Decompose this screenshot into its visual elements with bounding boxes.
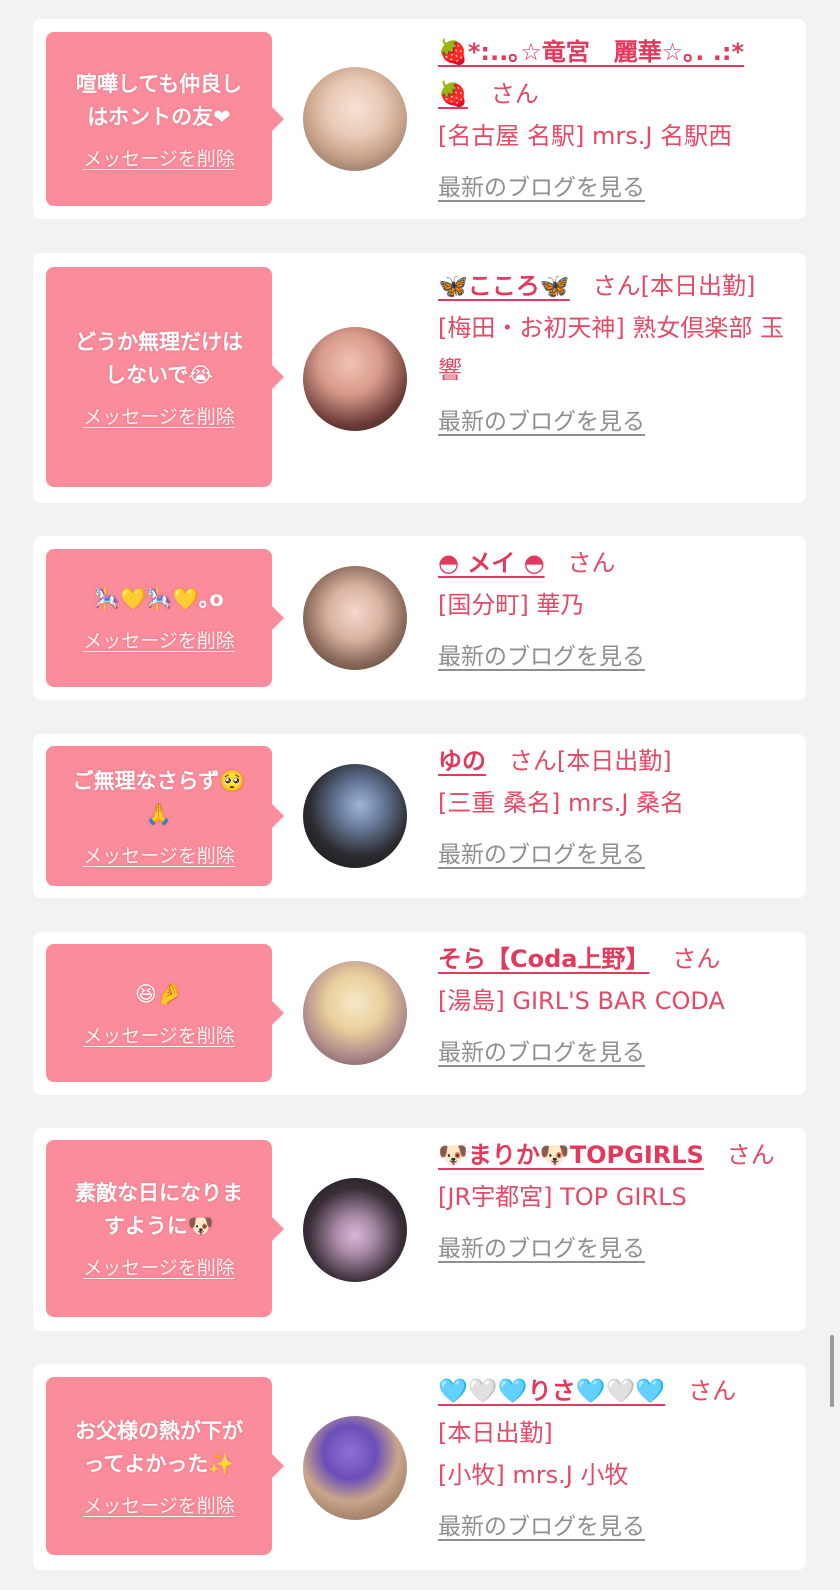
message-text: どうか無理だけは しないで😭 <box>75 329 243 387</box>
blog-link[interactable]: 最新のブログを見る <box>438 401 645 443</box>
girl-name-link[interactable]: 🦋こころ🦋 <box>438 272 570 300</box>
avatar[interactable] <box>303 1416 407 1520</box>
message-card: 😆🤌 メッセージを削除 そら【Coda上野】 さん [湯島] GIRL'S BA… <box>33 932 806 1095</box>
message-text: 喧嘩しても仲良し はホントの友❤ <box>75 71 243 129</box>
honorific: さん <box>726 1141 775 1169</box>
message-bubble: 喧嘩しても仲良し はホントの友❤ メッセージを削除 <box>46 32 284 206</box>
message-text: お父様の熱が下が ってよかった✨ <box>75 1418 243 1476</box>
message-bubble: ご無理なさらず🥺 🙏 メッセージを削除 <box>46 746 284 886</box>
honorific: さん <box>672 945 721 973</box>
blog-link[interactable]: 最新のブログを見る <box>438 1228 645 1270</box>
delete-message-link[interactable]: メッセージを削除 <box>83 1021 235 1048</box>
profile-info: 🦋こころ🦋 さん[本日出勤] [梅田・お初天神] 熟女倶楽部 玉響 最新のブログ… <box>438 265 793 443</box>
delete-message-link[interactable]: メッセージを削除 <box>83 841 235 868</box>
status-text: [本日出勤] <box>556 747 672 775</box>
profile-info: 🩵🤍🩵りさ🩵🤍🩵 さん [本日出勤] [小牧] mrs.J 小牧 最新のブログを… <box>438 1370 793 1548</box>
message-bubble: お父様の熱が下が ってよかった✨ メッセージを削除 <box>46 1377 284 1555</box>
profile-info: 🐶まりか🐶TOPGIRLS さん [JR宇都宮] TOP GIRLS 最新のブロ… <box>438 1134 793 1270</box>
delete-message-link[interactable]: メッセージを削除 <box>83 402 235 429</box>
honorific: さん <box>592 272 641 300</box>
avatar[interactable] <box>303 764 407 868</box>
message-card: 喧嘩しても仲良し はホントの友❤ メッセージを削除 🍓*:..｡☆竜宮 麗華☆｡… <box>33 19 806 219</box>
girl-name-link[interactable]: 🍓*:..｡☆竜宮 麗華☆｡. .:*🍓 <box>438 38 744 108</box>
profile-info: ◓ メイ ◓ さん [国分町] 華乃 最新のブログを見る <box>438 542 793 678</box>
message-bubble: どうか無理だけは しないで😭 メッセージを削除 <box>46 267 284 487</box>
profile-info: そら【Coda上野】 さん [湯島] GIRL'S BAR CODA 最新のブロ… <box>438 938 793 1074</box>
girl-name-link[interactable]: ゆの <box>438 747 486 775</box>
message-card: 🎠💛🎠💛｡o メッセージを削除 ◓ メイ ◓ さん [国分町] 華乃 最新のブロ… <box>33 536 806 700</box>
shop-text: [名古屋 名駅] mrs.J 名駅西 <box>438 122 733 150</box>
blog-link[interactable]: 最新のブログを見る <box>438 167 645 209</box>
blog-link[interactable]: 最新のブログを見る <box>438 636 645 678</box>
shop-text: [三重 桑名] mrs.J 桑名 <box>438 789 685 817</box>
message-bubble: 🎠💛🎠💛｡o メッセージを削除 <box>46 549 284 687</box>
girl-name-link[interactable]: ◓ メイ ◓ <box>438 549 545 577</box>
message-bubble: 😆🤌 メッセージを削除 <box>46 944 284 1082</box>
shop-text: [梅田・お初天神] 熟女倶楽部 玉響 <box>438 314 784 384</box>
honorific: さん <box>490 80 539 108</box>
honorific: さん <box>508 747 557 775</box>
delete-message-link[interactable]: メッセージを削除 <box>83 1491 235 1518</box>
avatar[interactable] <box>303 1178 407 1282</box>
message-text: 🎠💛🎠💛｡o <box>94 587 224 611</box>
profile-info: ゆの さん[本日出勤] [三重 桑名] mrs.J 桑名 最新のブログを見る <box>438 740 793 876</box>
profile-info: 🍓*:..｡☆竜宮 麗華☆｡. .:*🍓 さん [名古屋 名駅] mrs.J 名… <box>438 31 793 209</box>
avatar[interactable] <box>303 961 407 1065</box>
shop-text: [湯島] GIRL'S BAR CODA <box>438 987 725 1015</box>
honorific: さん <box>567 549 616 577</box>
honorific: さん <box>688 1377 737 1405</box>
message-text: ご無理なさらず🥺 🙏 <box>72 768 246 826</box>
message-bubble: 素敵な日になりま すように🐶 メッセージを削除 <box>46 1140 284 1317</box>
shop-text: [小牧] mrs.J 小牧 <box>438 1461 629 1489</box>
girl-name-link[interactable]: 🐶まりか🐶TOPGIRLS <box>438 1141 704 1169</box>
message-text: 素敵な日になりま すように🐶 <box>75 1181 243 1238</box>
avatar[interactable] <box>303 327 407 431</box>
delete-message-link[interactable]: メッセージを削除 <box>83 626 235 653</box>
delete-message-link[interactable]: メッセージを削除 <box>83 1253 235 1280</box>
message-card: 素敵な日になりま すように🐶 メッセージを削除 🐶まりか🐶TOPGIRLS さん… <box>33 1128 806 1331</box>
blog-link[interactable]: 最新のブログを見る <box>438 1032 645 1074</box>
message-card: ご無理なさらず🥺 🙏 メッセージを削除 ゆの さん[本日出勤] [三重 桑名] … <box>33 734 806 898</box>
message-text: 😆🤌 <box>134 982 184 1006</box>
avatar[interactable] <box>303 67 407 171</box>
blog-link[interactable]: 最新のブログを見る <box>438 1506 645 1548</box>
delete-message-link[interactable]: メッセージを削除 <box>83 144 235 171</box>
shop-text: [JR宇都宮] TOP GIRLS <box>438 1183 687 1211</box>
status-text: [本日出勤] <box>640 272 756 300</box>
shop-text: [国分町] 華乃 <box>438 591 585 619</box>
message-card: どうか無理だけは しないで😭 メッセージを削除 🦋こころ🦋 さん[本日出勤] [… <box>33 253 806 503</box>
message-card: お父様の熱が下が ってよかった✨ メッセージを削除 🩵🤍🩵りさ🩵🤍🩵 さん [本… <box>33 1364 806 1570</box>
blog-link[interactable]: 最新のブログを見る <box>438 834 645 876</box>
girl-name-link[interactable]: そら【Coda上野】 <box>438 945 649 973</box>
girl-name-link[interactable]: 🩵🤍🩵りさ🩵🤍🩵 <box>438 1377 665 1405</box>
status-text: [本日出勤] <box>438 1419 553 1447</box>
avatar[interactable] <box>303 566 407 670</box>
scrollbar[interactable] <box>830 1335 834 1407</box>
